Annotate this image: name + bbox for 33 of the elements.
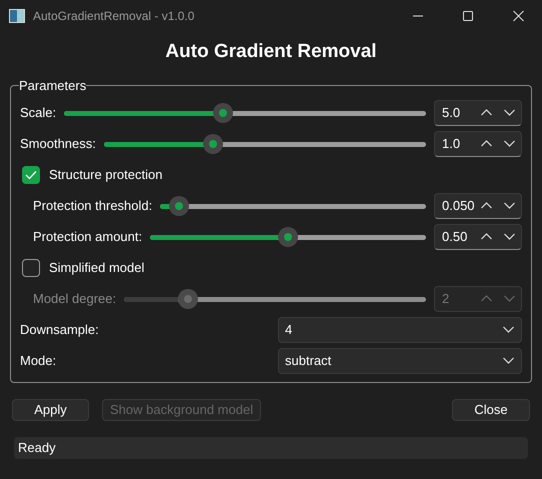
slider-track[interactable] — [150, 226, 426, 246]
slider-label: Protection amount: — [32, 228, 142, 246]
dialog-button[interactable]: Close — [452, 398, 530, 420]
checkbox[interactable] — [22, 258, 40, 276]
dialog-button[interactable]: Apply — [12, 398, 89, 420]
slider-track[interactable] — [64, 102, 426, 122]
checkbox-label[interactable]: Simplified model — [49, 258, 144, 278]
slider-handle[interactable] — [278, 226, 298, 246]
group-title: Parameters — [19, 77, 86, 95]
checkbox-label[interactable]: Structure protection — [49, 164, 162, 184]
status-bar: Ready — [14, 436, 528, 458]
dialog-heading: Auto Gradient Removal — [165, 40, 377, 64]
maximize-icon[interactable] — [463, 9, 473, 23]
slider-label: Smoothness: — [20, 134, 96, 153]
combo-label: Mode: — [20, 352, 58, 370]
slider-handle[interactable] — [213, 102, 234, 122]
app-icon — [9, 9, 25, 23]
slider-track[interactable] — [124, 288, 426, 308]
slider-handle[interactable] — [203, 134, 224, 154]
slider-label: Scale: — [20, 104, 56, 122]
slider-label: Model degree: — [32, 290, 116, 308]
slider-label: Protection threshold: — [32, 196, 152, 215]
close-icon[interactable] — [513, 9, 524, 23]
dropdown[interactable]: subtract — [278, 348, 522, 374]
slider-handle[interactable] — [168, 196, 189, 216]
dropdown[interactable]: 4 — [278, 316, 522, 342]
slider-track[interactable] — [104, 134, 426, 154]
slider-handle[interactable] — [178, 288, 198, 308]
checkbox[interactable] — [22, 166, 40, 184]
window-title: AutoGradientRemoval - v1.0.0 — [33, 8, 194, 25]
combo-label: Downsample: — [20, 320, 100, 339]
slider-track[interactable] — [160, 196, 426, 216]
check-icon — [25, 170, 37, 180]
